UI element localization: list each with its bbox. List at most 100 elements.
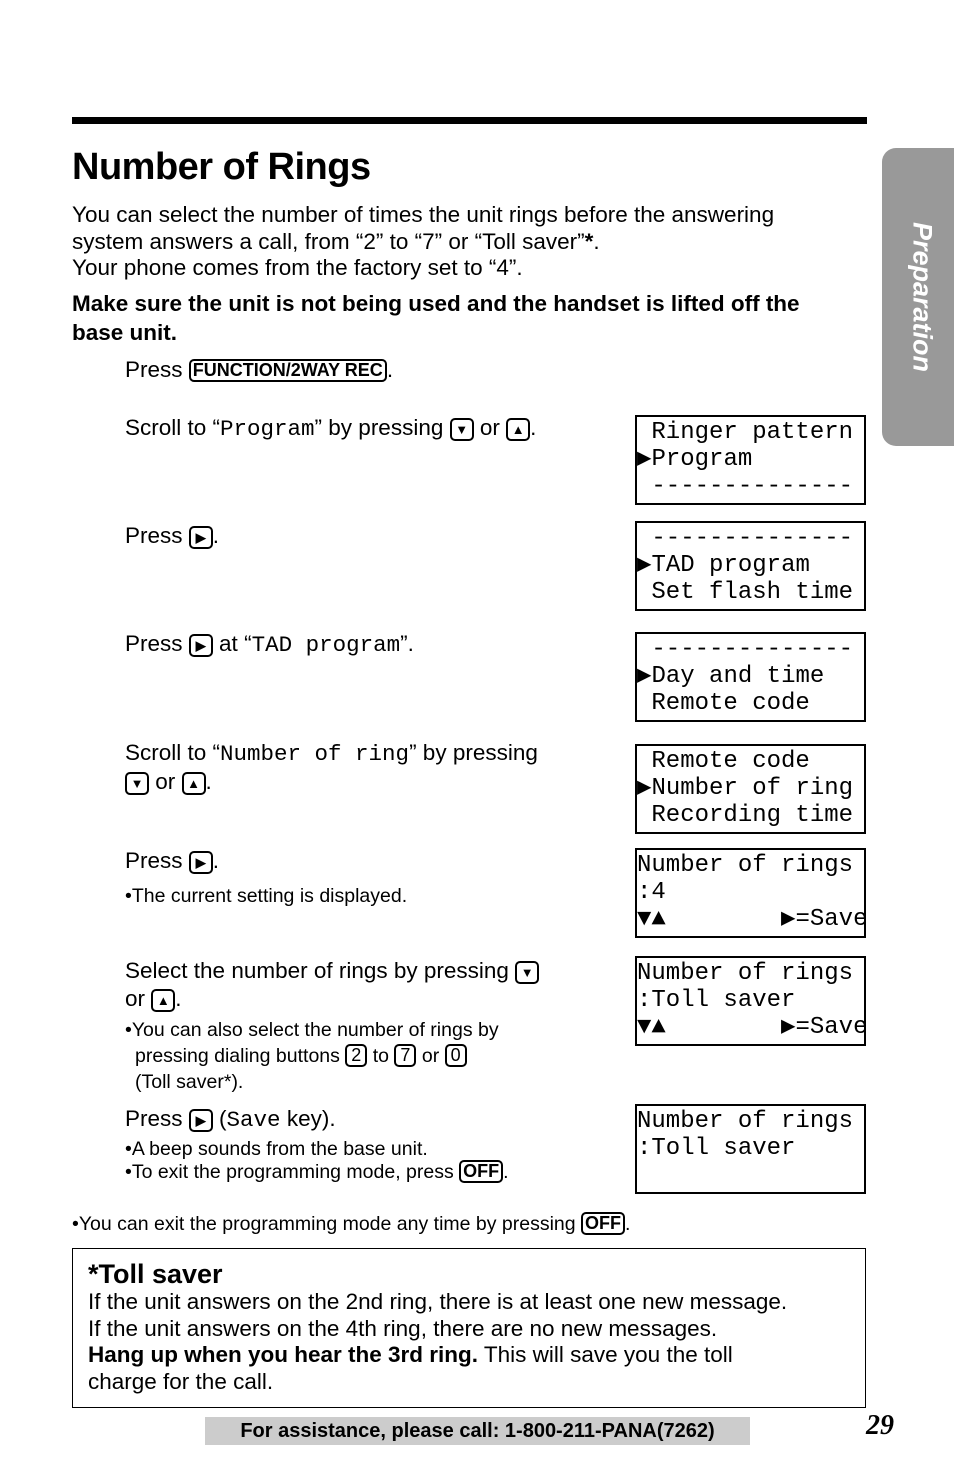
text: ” by pressing: [314, 415, 444, 440]
lcd-display: Remote code ▶Number of ring Recording tim…: [635, 744, 866, 834]
warning-line: Make sure the unit is not being used and…: [72, 291, 800, 316]
display-text: Save: [226, 1107, 281, 1133]
step-4: Press ▶ at “TAD program”.: [125, 630, 414, 659]
intro: You can select the number of times the u…: [72, 202, 774, 282]
text: Press: [125, 848, 183, 873]
step-3: Press ▶.: [125, 522, 219, 550]
text: •To exit the programming mode, press: [125, 1161, 454, 1183]
section-tab-label: Preparation: [907, 221, 938, 373]
text: •You can exit the programming mode any t…: [72, 1213, 576, 1235]
lcd-display: Number of rings:Toll saver ▼▲ ▶=Save: [635, 956, 868, 1046]
lcd-line: ▶TAD program: [637, 552, 810, 579]
text: key).: [280, 1106, 336, 1131]
text: or: [155, 769, 176, 794]
down-key-icon: ▼: [449, 418, 474, 441]
step-5: Scroll to “Number of ring” by pressing ▼ …: [125, 739, 538, 796]
key-0: 0: [444, 1044, 467, 1067]
text: Press: [125, 523, 183, 548]
text: ” by pressing: [409, 740, 538, 765]
up-key-icon: ▲: [151, 989, 176, 1012]
assistance-footer: For assistance, please call: 1-800-211-P…: [205, 1417, 750, 1445]
text: Press: [125, 1106, 183, 1131]
text: .: [175, 986, 182, 1011]
intro-text: system answers a call, from “2” to “7” o…: [72, 228, 585, 254]
text: or: [125, 986, 146, 1011]
lcd-line: ▶Program: [637, 446, 753, 473]
text: .: [530, 415, 537, 440]
off-key: OFF: [459, 1160, 504, 1183]
note-line: •To exit the programming mode, press OFF…: [125, 1160, 509, 1183]
step-1: Press FUNCTION/2WAY REC.: [125, 356, 393, 384]
lcd-line: ▼▲ ▶=Save: [637, 906, 868, 933]
up-key-icon: ▲: [181, 772, 206, 795]
lcd-line: Recording time: [637, 802, 854, 829]
intro-line: system answers a call, from “2” to “7” o…: [72, 229, 774, 256]
step-8: Press ▶ (Save key). •A beep sounds from …: [125, 1105, 509, 1183]
manual-page: Preparation Number of Rings You can sele…: [0, 0, 954, 1475]
lcd-line: Number of rings: [637, 960, 854, 987]
lcd-display: Ringer pattern ▶Program --------------: [635, 415, 866, 505]
lcd-display: -------------- ▶TAD program Set flash tim…: [635, 521, 866, 611]
right-key-icon: ▶: [188, 526, 213, 549]
lcd-line: :Toll saver: [637, 1135, 796, 1162]
lcd-line: Remote code: [637, 748, 810, 775]
right-key-icon: ▶: [188, 851, 213, 874]
note-line: •You can also select the number of rings…: [125, 1019, 499, 1041]
function-key: FUNCTION/2WAY REC: [188, 359, 387, 382]
bold-text: Hang up when you hear the 3rd ring.: [88, 1342, 479, 1367]
warning: Make sure the unit is not being used and…: [72, 289, 800, 347]
text: pressing dialing buttons: [135, 1045, 340, 1067]
toll-saver-heading: *Toll saver: [88, 1259, 223, 1289]
down-key-icon: ▼: [515, 961, 540, 984]
note: •A beep sounds from the base unit. •To e…: [125, 1138, 509, 1183]
off-key: OFF: [581, 1212, 626, 1235]
key-2: 2: [345, 1044, 368, 1067]
text: ”.: [400, 631, 414, 656]
page-title: Number of Rings: [72, 146, 371, 188]
section-tab: Preparation: [882, 148, 954, 446]
lcd-line: Set flash time: [637, 579, 854, 606]
note-line: pressing dialing buttons 2 to 7 or 0: [125, 1043, 539, 1069]
display-text: TAD program: [251, 632, 401, 658]
step-7: Select the number of rings by pressing ▼…: [125, 957, 540, 1095]
lcd-line: :Toll saver: [637, 987, 796, 1014]
lcd-line: [637, 1162, 864, 1189]
note-line: (Toll saver*).: [135, 1071, 244, 1093]
text: at “: [219, 631, 252, 656]
note-line: •A beep sounds from the base unit.: [125, 1138, 428, 1160]
step-2: Scroll to “Program” by pressing ▼ or ▲.: [125, 414, 536, 443]
toll-saver-box: *Toll saver If the unit answers on the 2…: [72, 1248, 866, 1408]
intro-line: You can select the number of times the u…: [72, 202, 775, 227]
toll-saver-line: charge for the call.: [88, 1368, 274, 1394]
note: •You can also select the number of rings…: [125, 1017, 539, 1095]
lcd-line: ▶Day and time: [637, 663, 825, 690]
text: .: [503, 1161, 509, 1183]
text: Press: [125, 357, 183, 382]
lcd-line: Number of rings: [637, 1108, 854, 1135]
lcd-line: Ringer pattern: [637, 419, 854, 446]
intro-line: Your phone comes from the factory set to…: [72, 255, 523, 280]
lcd-line: Remote code: [637, 690, 810, 717]
text: (: [219, 1106, 227, 1131]
lcd-line: Number of rings: [637, 852, 854, 879]
text: Select the number of rings by pressing: [125, 958, 509, 983]
display-text: Program: [220, 416, 315, 442]
lcd-line: :4: [637, 879, 666, 906]
text: .: [212, 523, 220, 548]
text: .: [386, 357, 394, 382]
exit-note: •You can exit the programming mode any t…: [72, 1211, 630, 1237]
display-text: Number of ring: [220, 741, 410, 767]
right-key-icon: ▶: [188, 1109, 213, 1132]
text: Press: [125, 631, 183, 656]
lcd-line: ▼▲ ▶=Save: [637, 1014, 868, 1041]
toll-saver-line: If the unit answers on the 2nd ring, the…: [88, 1289, 788, 1314]
page-number: 29: [866, 1410, 894, 1441]
up-key-icon: ▲: [506, 418, 531, 441]
lcd-display: Number of rings:Toll saver: [635, 1104, 866, 1194]
text: .: [205, 769, 212, 794]
text: This will save you the toll: [478, 1342, 733, 1367]
note: •The current setting is displayed.: [125, 885, 408, 907]
text: or: [479, 415, 500, 440]
text: .: [625, 1213, 631, 1235]
right-key-icon: ▶: [188, 634, 213, 657]
